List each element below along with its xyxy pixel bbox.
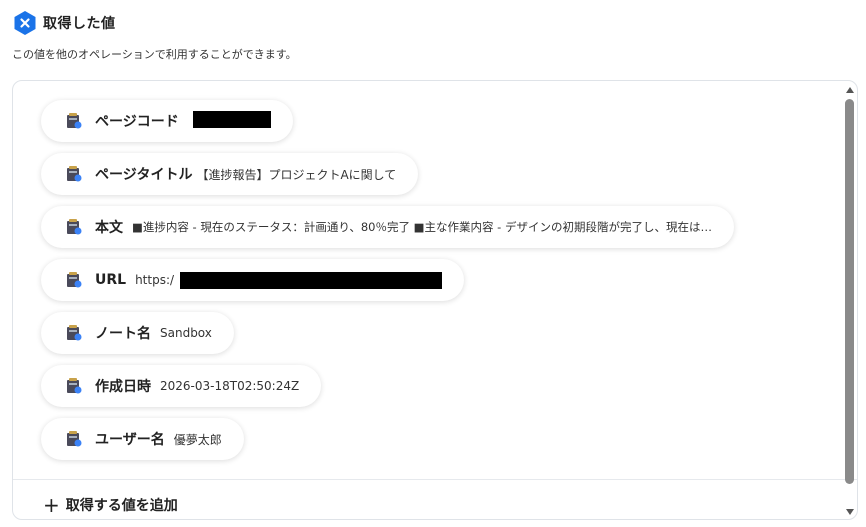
field-list: ページコード ページタイトル 【進捗報告】プロジェクトAに関して 本文 ■進捗内…	[13, 81, 857, 479]
db-app-icon	[67, 378, 82, 394]
db-app-icon	[67, 219, 82, 235]
db-app-icon	[67, 113, 82, 129]
db-app-icon	[67, 325, 82, 341]
add-value-label: 取得する値を追加	[65, 498, 178, 514]
field-chip-page-code[interactable]: ページコード	[41, 100, 293, 142]
db-app-icon	[67, 431, 82, 447]
field-chip-user-name[interactable]: ユーザー名 優夢太郎	[41, 418, 244, 460]
field-label: ノート名	[95, 326, 151, 342]
field-label: URL	[95, 272, 127, 288]
x-hexagon-icon	[14, 11, 36, 35]
field-label: ページタイトル	[95, 167, 193, 183]
scrollbar[interactable]	[843, 81, 857, 519]
field-label: 作成日時	[95, 379, 151, 395]
add-value-button[interactable]: + 取得する値を追加	[43, 495, 178, 515]
divider	[13, 479, 857, 480]
field-value: https:/	[135, 273, 175, 287]
field-value: Sandbox	[160, 326, 212, 340]
scroll-up-icon[interactable]	[846, 87, 854, 93]
field-chip-url[interactable]: URL https:/	[41, 259, 465, 301]
field-value-redacted	[180, 271, 443, 289]
field-value: ■進捗内容 - 現在のステータス：計画通り、80％完了 ■主な作業内容 - デザ…	[132, 220, 712, 234]
field-value-redacted	[192, 111, 271, 131]
plus-icon: +	[43, 493, 60, 517]
scroll-down-icon[interactable]	[846, 509, 854, 515]
db-app-icon	[67, 166, 82, 182]
values-panel: ページコード ページタイトル 【進捗報告】プロジェクトAに関して 本文 ■進捗内…	[12, 80, 858, 520]
field-label: 本文	[95, 220, 123, 236]
field-value: 優夢太郎	[173, 432, 222, 447]
field-chip-note-name[interactable]: ノート名 Sandbox	[41, 312, 234, 354]
field-label: ページコード	[95, 114, 179, 130]
field-value: 【進捗報告】プロジェクトAに関して	[196, 167, 397, 182]
scrollbar-thumb[interactable]	[845, 99, 854, 484]
field-chip-created-at[interactable]: 作成日時 2026-03-18T02:50:24Z	[41, 365, 322, 407]
field-chip-body[interactable]: 本文 ■進捗内容 - 現在のステータス：計画通り、80％完了 ■主な作業内容 -…	[41, 206, 734, 248]
field-chip-page-title[interactable]: ページタイトル 【進捗報告】プロジェクトAに関して	[41, 153, 419, 195]
section-subtitle: この値を他のオペレーションで利用することができます。	[12, 48, 297, 61]
db-app-icon	[67, 272, 82, 288]
header: 取得した値	[13, 10, 116, 36]
field-label: ユーザー名	[95, 432, 165, 448]
field-value: 2026-03-18T02:50:24Z	[160, 379, 300, 393]
section-title: 取得した値	[43, 16, 116, 32]
